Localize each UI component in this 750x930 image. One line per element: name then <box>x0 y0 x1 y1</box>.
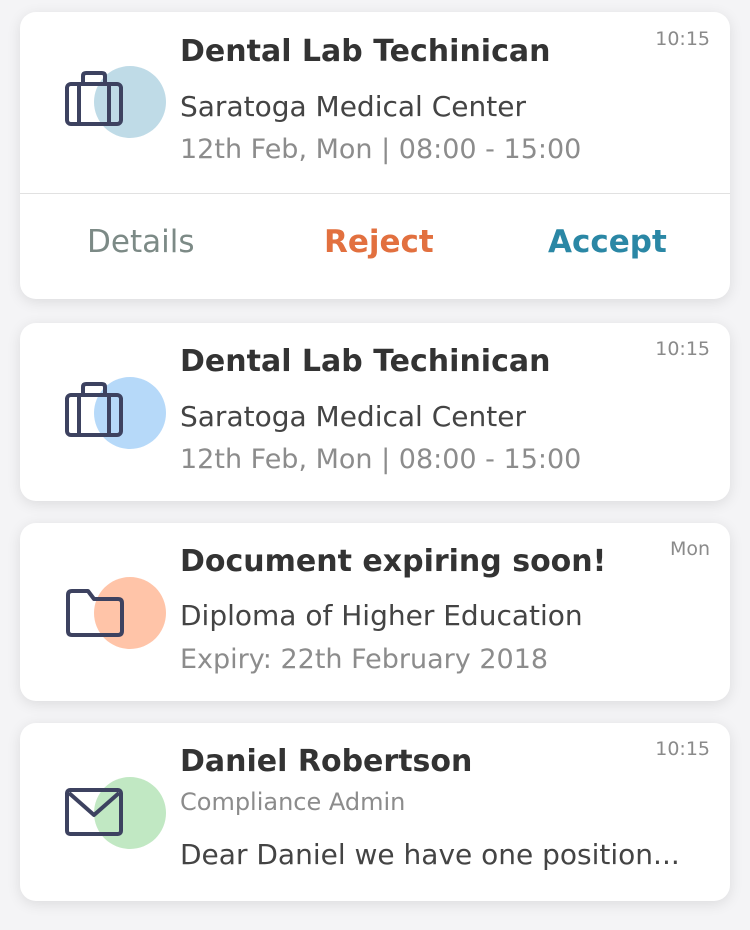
job-offer-card[interactable]: 10:15 Dental Lab Techinican Saratoga Med… <box>20 323 730 501</box>
folder-icon <box>64 573 168 653</box>
card-title: Dental Lab Techinican <box>180 34 551 69</box>
document-card[interactable]: Mon Document expiring soon! Diploma of H… <box>20 523 730 701</box>
card-time: Mon <box>669 538 710 560</box>
card-divider <box>20 193 730 194</box>
document-name: Diploma of Higher Education <box>180 599 583 632</box>
document-expiry: Expiry: 22th February 2018 <box>180 644 549 675</box>
card-time: 10:15 <box>655 338 710 360</box>
briefcase-icon <box>64 373 168 453</box>
job-offer-card[interactable]: 10:15 Dental Lab Techinican Saratoga Med… <box>20 12 730 299</box>
briefcase-icon <box>64 62 168 142</box>
card-time: 10:15 <box>655 28 710 50</box>
card-location: Saratoga Medical Center <box>180 400 526 433</box>
message-preview: Dear Daniel we have one position... <box>180 838 680 871</box>
card-schedule: 12th Feb, Mon | 08:00 - 15:00 <box>180 134 582 165</box>
card-title: Document expiring soon! <box>180 544 607 579</box>
message-card[interactable]: 10:15 Daniel Robertson Compliance Admin … <box>20 723 730 901</box>
accept-button[interactable]: Accept <box>548 224 667 260</box>
card-time: 10:15 <box>655 738 710 760</box>
card-location: Saratoga Medical Center <box>180 90 526 123</box>
details-button[interactable]: Details <box>87 224 194 260</box>
sender-role: Compliance Admin <box>180 788 406 816</box>
sender-name: Daniel Robertson <box>180 744 473 779</box>
card-schedule: 12th Feb, Mon | 08:00 - 15:00 <box>180 444 582 475</box>
card-title: Dental Lab Techinican <box>180 344 551 379</box>
mail-icon <box>64 773 168 853</box>
reject-button[interactable]: Reject <box>324 224 434 260</box>
